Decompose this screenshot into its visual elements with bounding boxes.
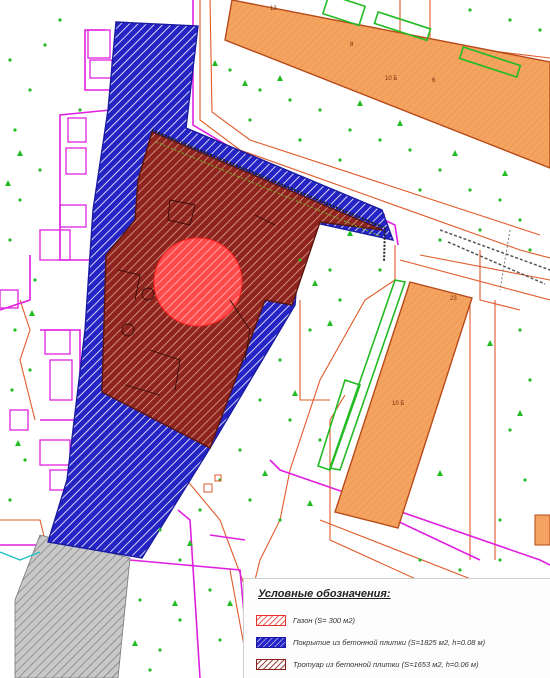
building-label: 23 [450,296,457,302]
legend-item-tile-cover: Покрытие из бетонной плитки (S=1825 м2, … [256,635,485,649]
gray-paved-zone [14,534,131,678]
lawn-circle [153,237,243,327]
sidewalk-swatch [256,658,286,670]
legend-title: Условные обозначения: [258,588,391,600]
legend-item-sidewalk: Тротуар из бетонной плитки (S=1653 м2, h… [256,657,479,671]
legend-label: Покрытие из бетонной плитки (S=1825 м2, … [293,637,486,647]
site-plan-map: 13 8 10 Б 6 23 10 Б [0,0,550,678]
legend-item-lawn: Газон (S= 300 м2) [256,613,355,627]
lawn-swatch [256,614,286,626]
building-label: 10 Б [385,76,397,82]
building-label: 13 [270,6,277,12]
legend-label: Газон (S= 300 м2) [293,615,355,625]
map-legend: Условные обозначения: Газон (S= 300 м2) [243,578,550,678]
tile-cover-swatch [256,636,286,648]
legend-label: Тротуар из бетонной плитки (S=1653 м2, h… [293,659,479,669]
building-label: 10 Б [392,401,404,407]
